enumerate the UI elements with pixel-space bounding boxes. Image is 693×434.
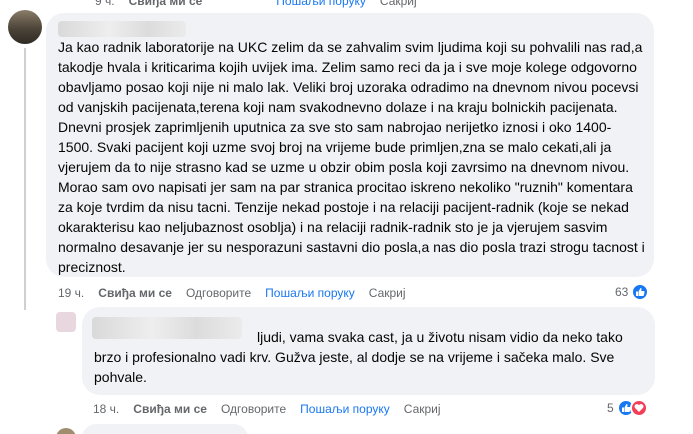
comment-actions-2: 18 ч. Свиђа ми се Одговорите Пошаљи пору… — [93, 402, 455, 416]
next-comment-bubble — [82, 424, 248, 434]
send-message-button-1[interactable]: Пошаљи поруку — [265, 286, 355, 300]
prev-hide-button[interactable]: Сакриј — [380, 0, 417, 8]
prev-actions-row: 9 ч. Свиђа ми се Пошаљи поруку Сакриј — [95, 0, 431, 8]
prev-like-button[interactable]: Свиђа ми се — [129, 0, 203, 8]
prev-time[interactable]: 9 ч. — [95, 0, 115, 8]
thread-line — [24, 48, 26, 310]
reply-button-1[interactable]: Одговорите — [186, 286, 251, 300]
send-message-button-2[interactable]: Пошаљи поруку — [300, 402, 390, 416]
commenter-name[interactable] — [58, 21, 186, 37]
comment-time-2[interactable]: 18 ч. — [93, 402, 119, 416]
comment-actions-1: 19 ч. Свиђа ми се Одговорите Пошаљи пору… — [58, 286, 420, 300]
comment-bubble-1: Ja kao radnik laboratorije na UKC zelim … — [46, 13, 654, 277]
comment-text-1: Ja kao radnik laboratorije na UKC zelim … — [58, 39, 645, 275]
reaction-count-2: 5 — [607, 401, 614, 415]
like-button-1[interactable]: Свиђа ми се — [98, 286, 172, 300]
like-icon — [631, 283, 650, 301]
hide-button-2[interactable]: Сакриј — [404, 402, 441, 416]
love-icon — [629, 399, 648, 417]
avatar[interactable] — [56, 428, 76, 434]
prev-send-message-button[interactable]: Пошаљи поруку — [276, 0, 366, 8]
reaction-count-1: 63 — [615, 285, 629, 299]
reactions-2[interactable]: 5 — [607, 399, 648, 417]
reactions-1[interactable]: 63 — [615, 283, 650, 301]
comment-time-1[interactable]: 19 ч. — [58, 286, 84, 300]
reply-button-2[interactable]: Одговорите — [221, 402, 286, 416]
avatar[interactable] — [56, 312, 76, 332]
comment-text-2: ljudi, vama svaka cast, ja u životu nisa… — [94, 329, 623, 385]
hide-button-1[interactable]: Сакриј — [369, 286, 406, 300]
like-button-2[interactable]: Свиђа ми се — [133, 402, 207, 416]
avatar[interactable] — [8, 10, 42, 44]
comment-bubble-2: ljudi, vama svaka cast, ja u životu nisa… — [82, 307, 655, 395]
